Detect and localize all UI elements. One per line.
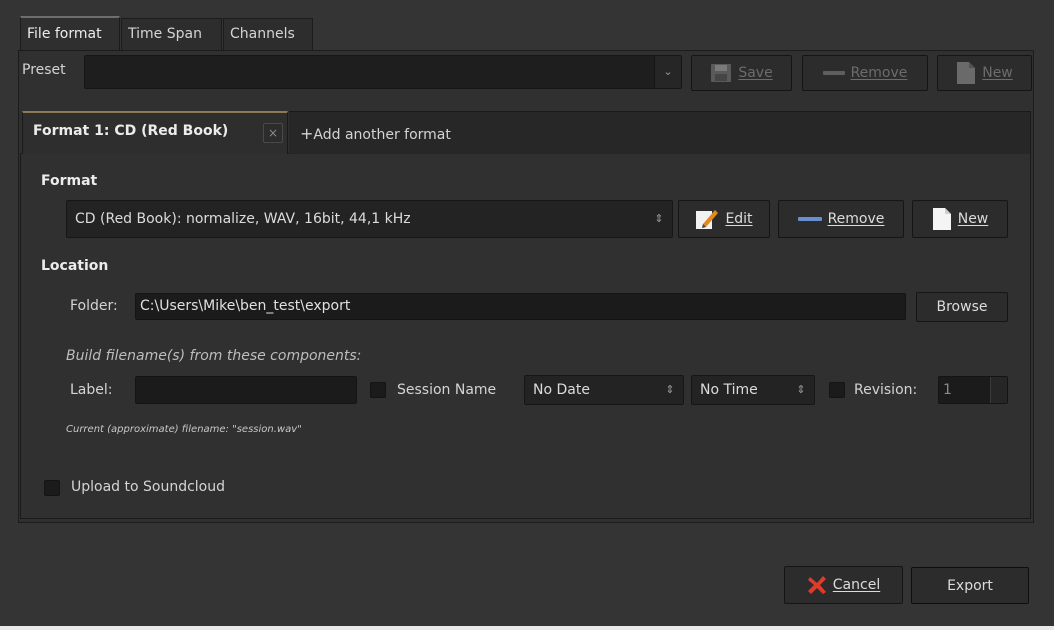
blank-page-icon — [957, 62, 976, 84]
format-combo[interactable]: CD (Red Book): normalize, WAV, 16bit, 44… — [66, 200, 673, 238]
revision-checkbox[interactable] — [829, 382, 845, 398]
current-filename: Current (approximate) filename: "session… — [66, 424, 302, 435]
red-x-icon — [807, 576, 826, 594]
pencil-note-icon — [696, 210, 719, 229]
tab-time-span[interactable]: Time Span — [121, 18, 222, 50]
upload-soundcloud-label: Upload to Soundcloud — [71, 479, 226, 495]
minus-bar-icon — [822, 71, 845, 75]
minus-bar-icon — [797, 217, 822, 221]
browse-button[interactable]: Browse — [916, 292, 1008, 322]
revision-label: Revision: — [854, 382, 918, 398]
preset-remove-button[interactable]: Remove — [802, 55, 928, 91]
folder-label: Folder: — [70, 298, 118, 314]
label-field-label: Label: — [70, 382, 113, 398]
format-heading: Format — [41, 173, 98, 189]
add-format-tab[interactable]: +Add another format — [300, 124, 451, 143]
blank-page-icon — [932, 208, 951, 230]
preset-save-button[interactable]: Save — [691, 55, 792, 91]
export-button[interactable]: Export — [911, 567, 1029, 604]
tab-format-1[interactable]: Format 1: CD (Red Book) — [22, 111, 288, 154]
close-icon[interactable]: × — [263, 123, 283, 143]
new-format-button[interactable]: New — [912, 200, 1008, 238]
tab-channels[interactable]: Channels — [223, 18, 313, 50]
date-format-combo[interactable]: No Date ⇕ — [524, 375, 684, 405]
plus-icon: + — [300, 124, 314, 143]
preset-new-button[interactable]: New — [937, 55, 1032, 91]
session-name-checkbox[interactable] — [370, 382, 386, 398]
cancel-button[interactable]: Cancel — [784, 566, 903, 604]
chevron-down-icon: ⌄ — [654, 56, 681, 88]
remove-format-button[interactable]: Remove — [778, 200, 904, 238]
revision-spinner[interactable]: 1 — [938, 376, 1008, 404]
folder-input[interactable]: C:\Users\Mike\ben_test\export — [135, 293, 906, 320]
window-bottom-edge — [0, 626, 1054, 630]
upload-soundcloud-checkbox[interactable] — [44, 480, 60, 496]
spinner-arrows-icon[interactable] — [990, 377, 1007, 403]
preset-label: Preset — [22, 62, 66, 78]
format-value: CD (Red Book): normalize, WAV, 16bit, 44… — [75, 211, 411, 227]
session-name-label: Session Name — [397, 382, 497, 398]
build-filename-hint: Build filename(s) from these components: — [66, 348, 362, 364]
updown-arrows-icon: ⇕ — [665, 383, 675, 396]
label-input[interactable] — [135, 376, 357, 404]
updown-arrows-icon: ⇕ — [796, 383, 806, 396]
edit-format-button[interactable]: Edit — [678, 200, 770, 238]
updown-arrows-icon: ⇕ — [654, 212, 664, 225]
floppy-disk-icon — [711, 64, 732, 82]
preset-combo[interactable]: ⌄ — [84, 55, 682, 89]
tab-file-format[interactable]: File format — [20, 16, 120, 51]
location-heading: Location — [41, 258, 109, 274]
time-format-combo[interactable]: No Time ⇕ — [691, 375, 815, 405]
